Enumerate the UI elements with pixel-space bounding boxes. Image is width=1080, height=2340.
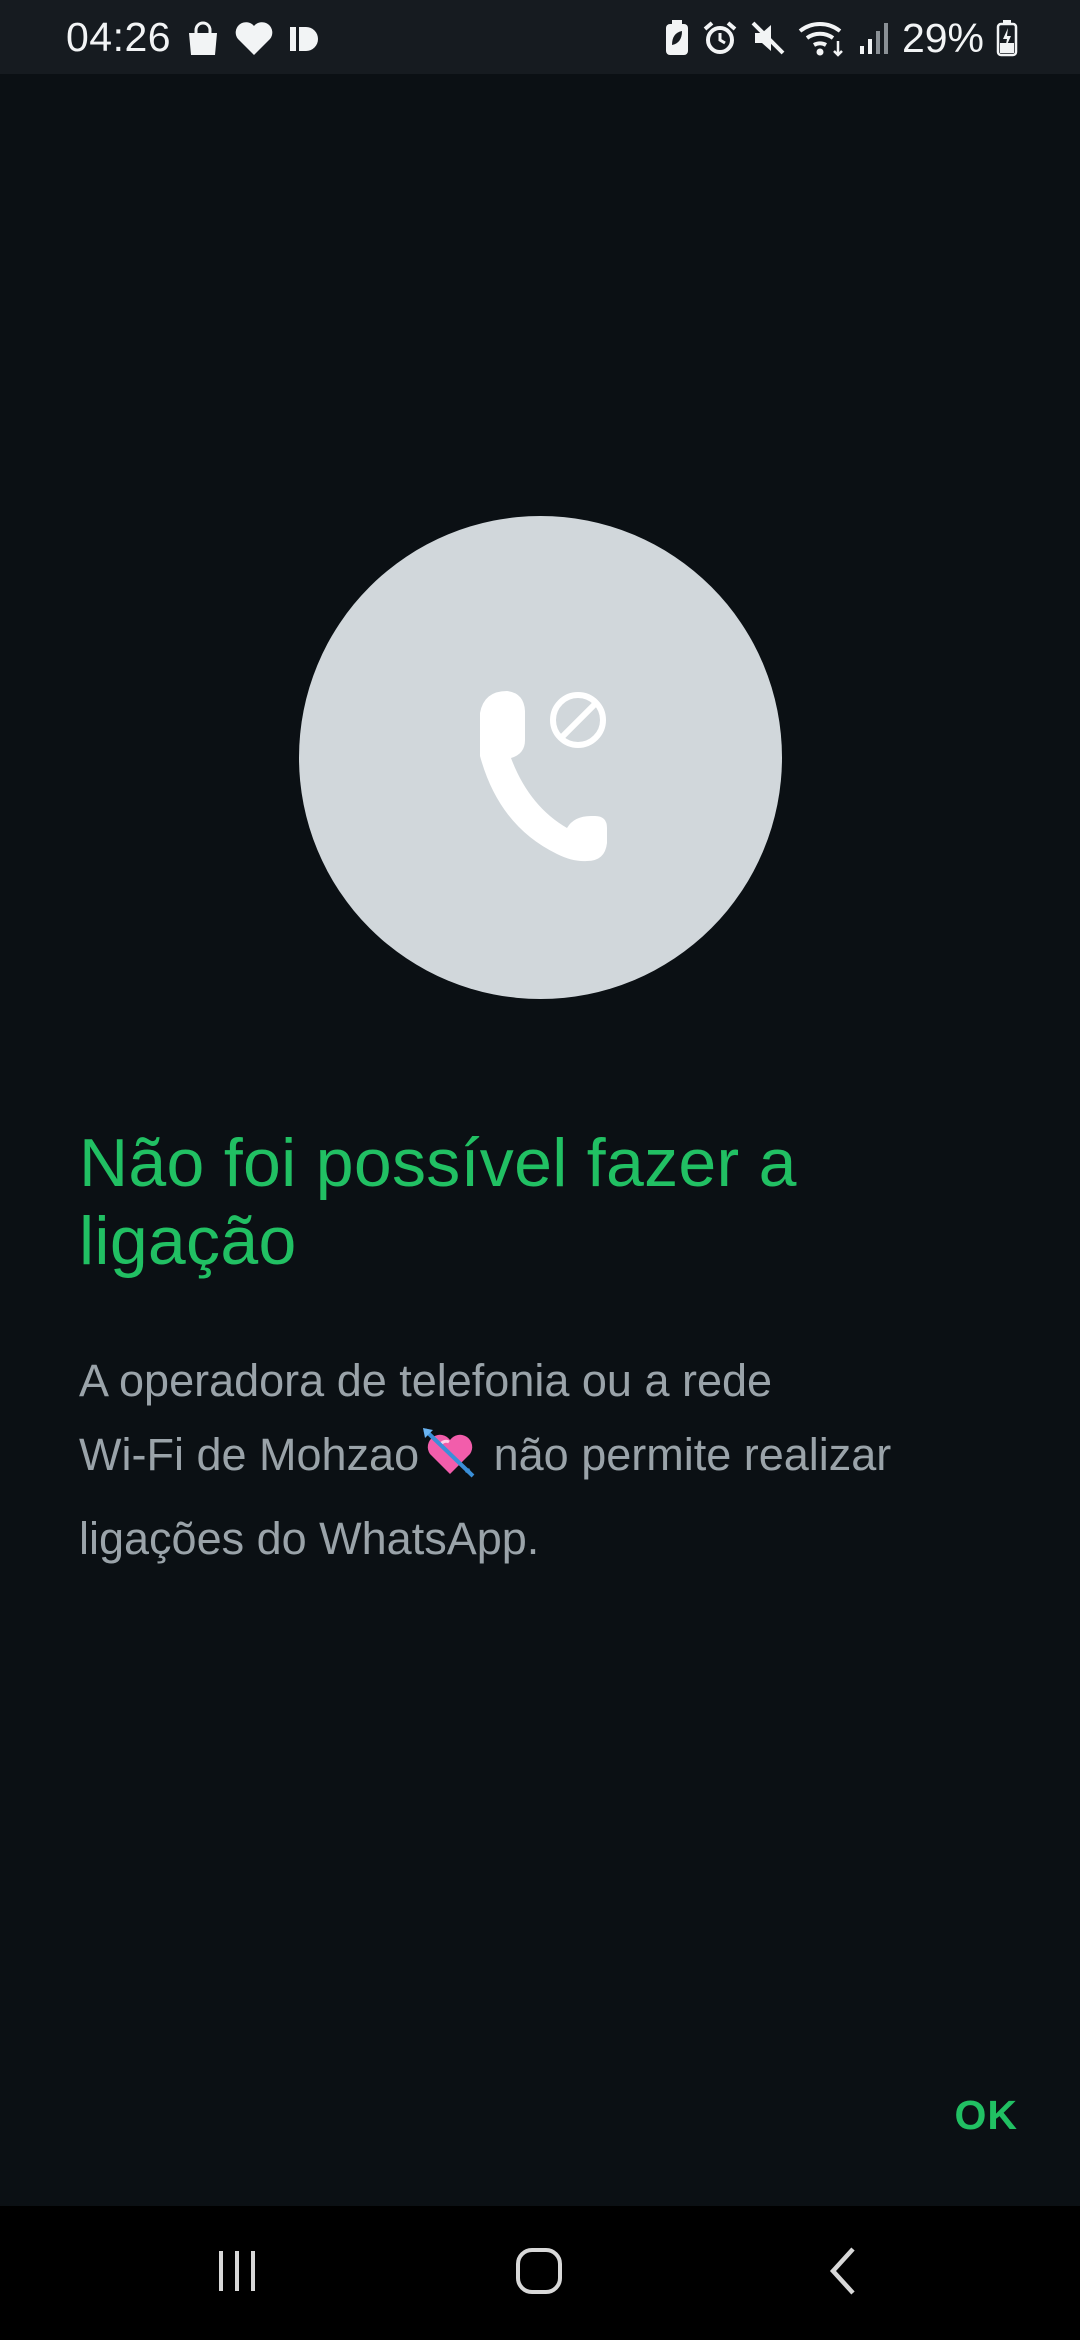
battery-saver-icon	[664, 19, 690, 57]
signal-icon	[858, 20, 890, 56]
shopping-bag-icon	[186, 21, 220, 57]
home-button[interactable]	[484, 2228, 594, 2318]
navigation-bar	[0, 2206, 1080, 2340]
ok-button[interactable]: OK	[935, 2080, 1039, 2151]
home-icon	[514, 2246, 564, 2301]
status-bar: 04:26 29%	[0, 0, 1080, 74]
alarm-icon	[702, 20, 738, 56]
call-blocked-icon	[480, 691, 607, 862]
battery-charging-icon	[996, 19, 1018, 57]
app-notification-icon	[288, 23, 320, 55]
message-line-2-rest: não permite realizar	[493, 1429, 892, 1480]
status-time: 04:26	[66, 14, 172, 60]
message-line-3: ligações do WhatsApp.	[79, 1513, 540, 1564]
battery-percent: 29%	[901, 15, 984, 61]
status-system-icons: 29%	[664, 14, 1018, 62]
status-notification-icons	[186, 20, 320, 58]
back-icon	[825, 2245, 861, 2302]
call-blocked-illustration	[299, 516, 782, 999]
recents-icon	[213, 2247, 261, 2300]
dialog-message: A operadora de telefonia ou a rede Wi-Fi…	[79, 1344, 999, 1576]
message-line-2: Wi-Fi de Mohzao não permite realizar	[79, 1418, 999, 1502]
message-network-name: Wi-Fi de Mohzao	[79, 1429, 420, 1480]
recents-button[interactable]	[182, 2228, 292, 2318]
wifi-icon	[798, 19, 846, 57]
dialog-title: Não foi possível fazer a ligação	[79, 1125, 797, 1279]
mute-icon	[750, 20, 786, 56]
back-button[interactable]	[788, 2228, 898, 2318]
heart-icon	[234, 21, 274, 57]
message-line-1: A operadora de telefonia ou a rede	[79, 1355, 773, 1406]
heart-with-arrow-emoji-icon	[421, 1426, 479, 1502]
